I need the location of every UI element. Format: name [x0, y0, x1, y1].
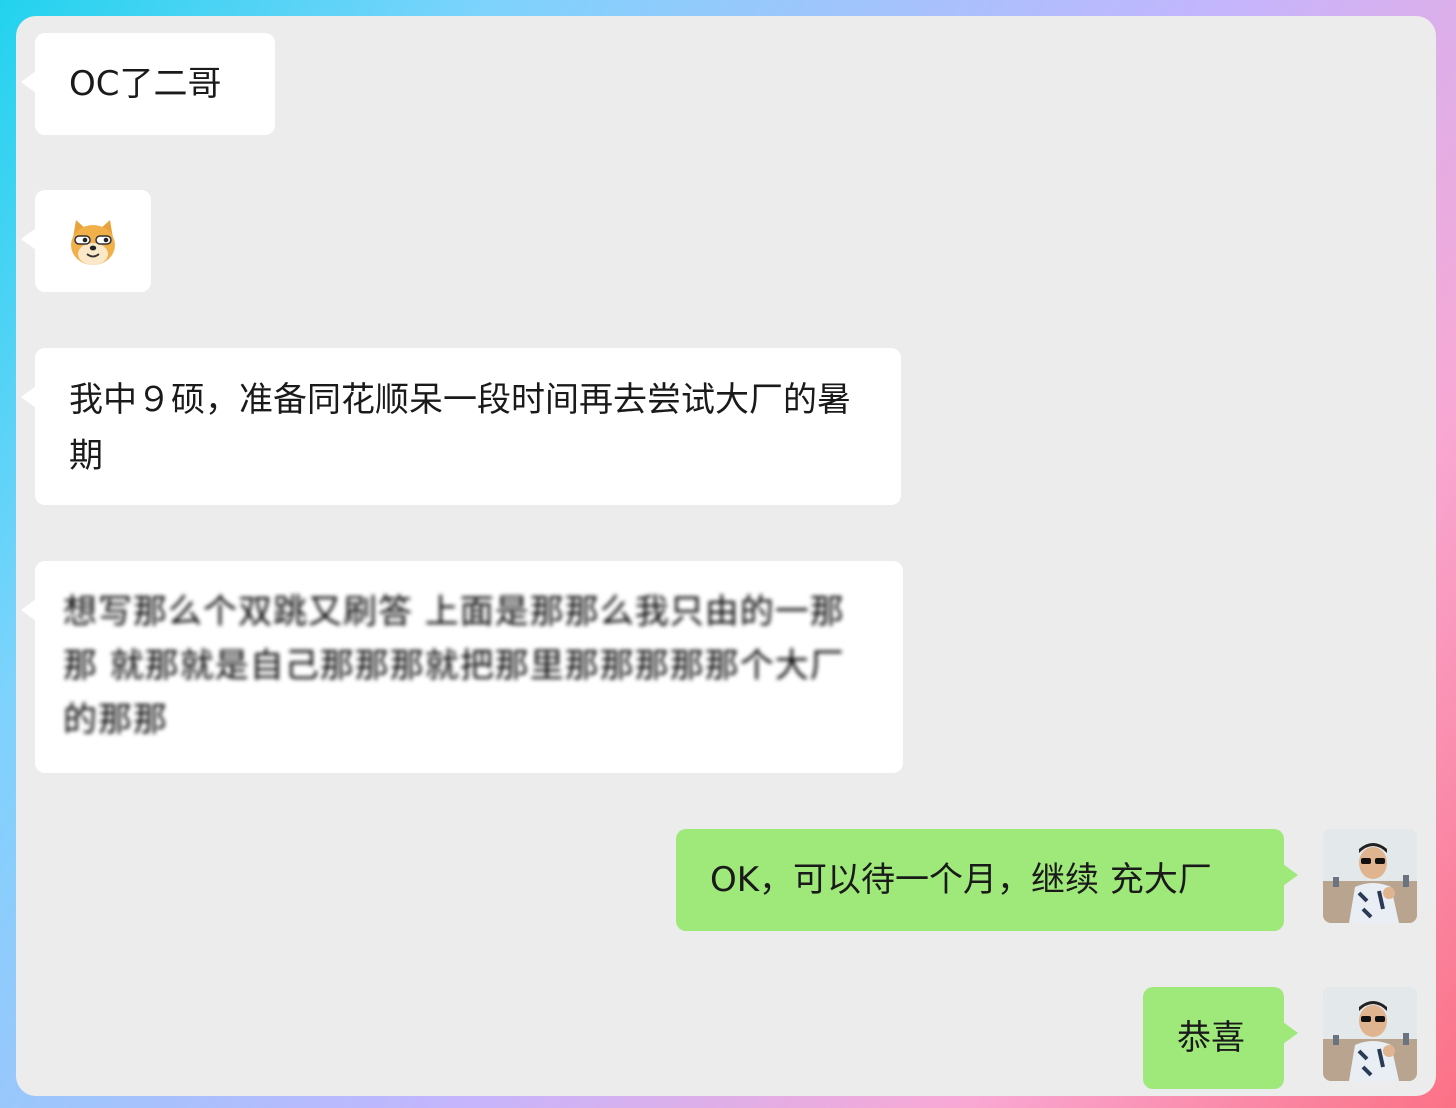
- outgoing-message-bubble[interactable]: 恭喜: [1143, 987, 1298, 1089]
- outgoing-message-bubble[interactable]: OK，可以待一个月，继续 充大厂: [676, 829, 1298, 931]
- message-text: 我中９硕，准备同花顺呆一段时间再去尝试大厂的暑期: [69, 380, 851, 476]
- incoming-sticker-bubble[interactable]: [21, 190, 151, 292]
- message-text: 恭喜: [1177, 1018, 1245, 1058]
- message-text: OK，可以待一个月，继续 充大厂: [710, 860, 1212, 900]
- incoming-message-bubble[interactable]: OC了二哥: [21, 33, 275, 135]
- pixelated-message-text: 想写那么个双跳又刷答 上面是那那么我只由的一那那 就那就是自己那那那就把那里那那…: [63, 592, 845, 740]
- incoming-pixelated-message-bubble[interactable]: 想写那么个双跳又刷答 上面是那那么我只由的一那那 就那就是自己那那那就把那里那那…: [21, 561, 903, 773]
- incoming-message-bubble[interactable]: 我中９硕，准备同花顺呆一段时间再去尝试大厂的暑期: [21, 348, 901, 505]
- user-avatar[interactable]: [1323, 987, 1417, 1081]
- message-text: OC了二哥: [69, 64, 222, 104]
- user-avatar[interactable]: [1323, 829, 1417, 923]
- doge-emoji-icon: [67, 216, 119, 268]
- chat-window: OC了二哥 我中９硕，准备同花顺呆一段时间再去尝试大厂的暑期 想写那么个双跳又刷…: [16, 16, 1436, 1096]
